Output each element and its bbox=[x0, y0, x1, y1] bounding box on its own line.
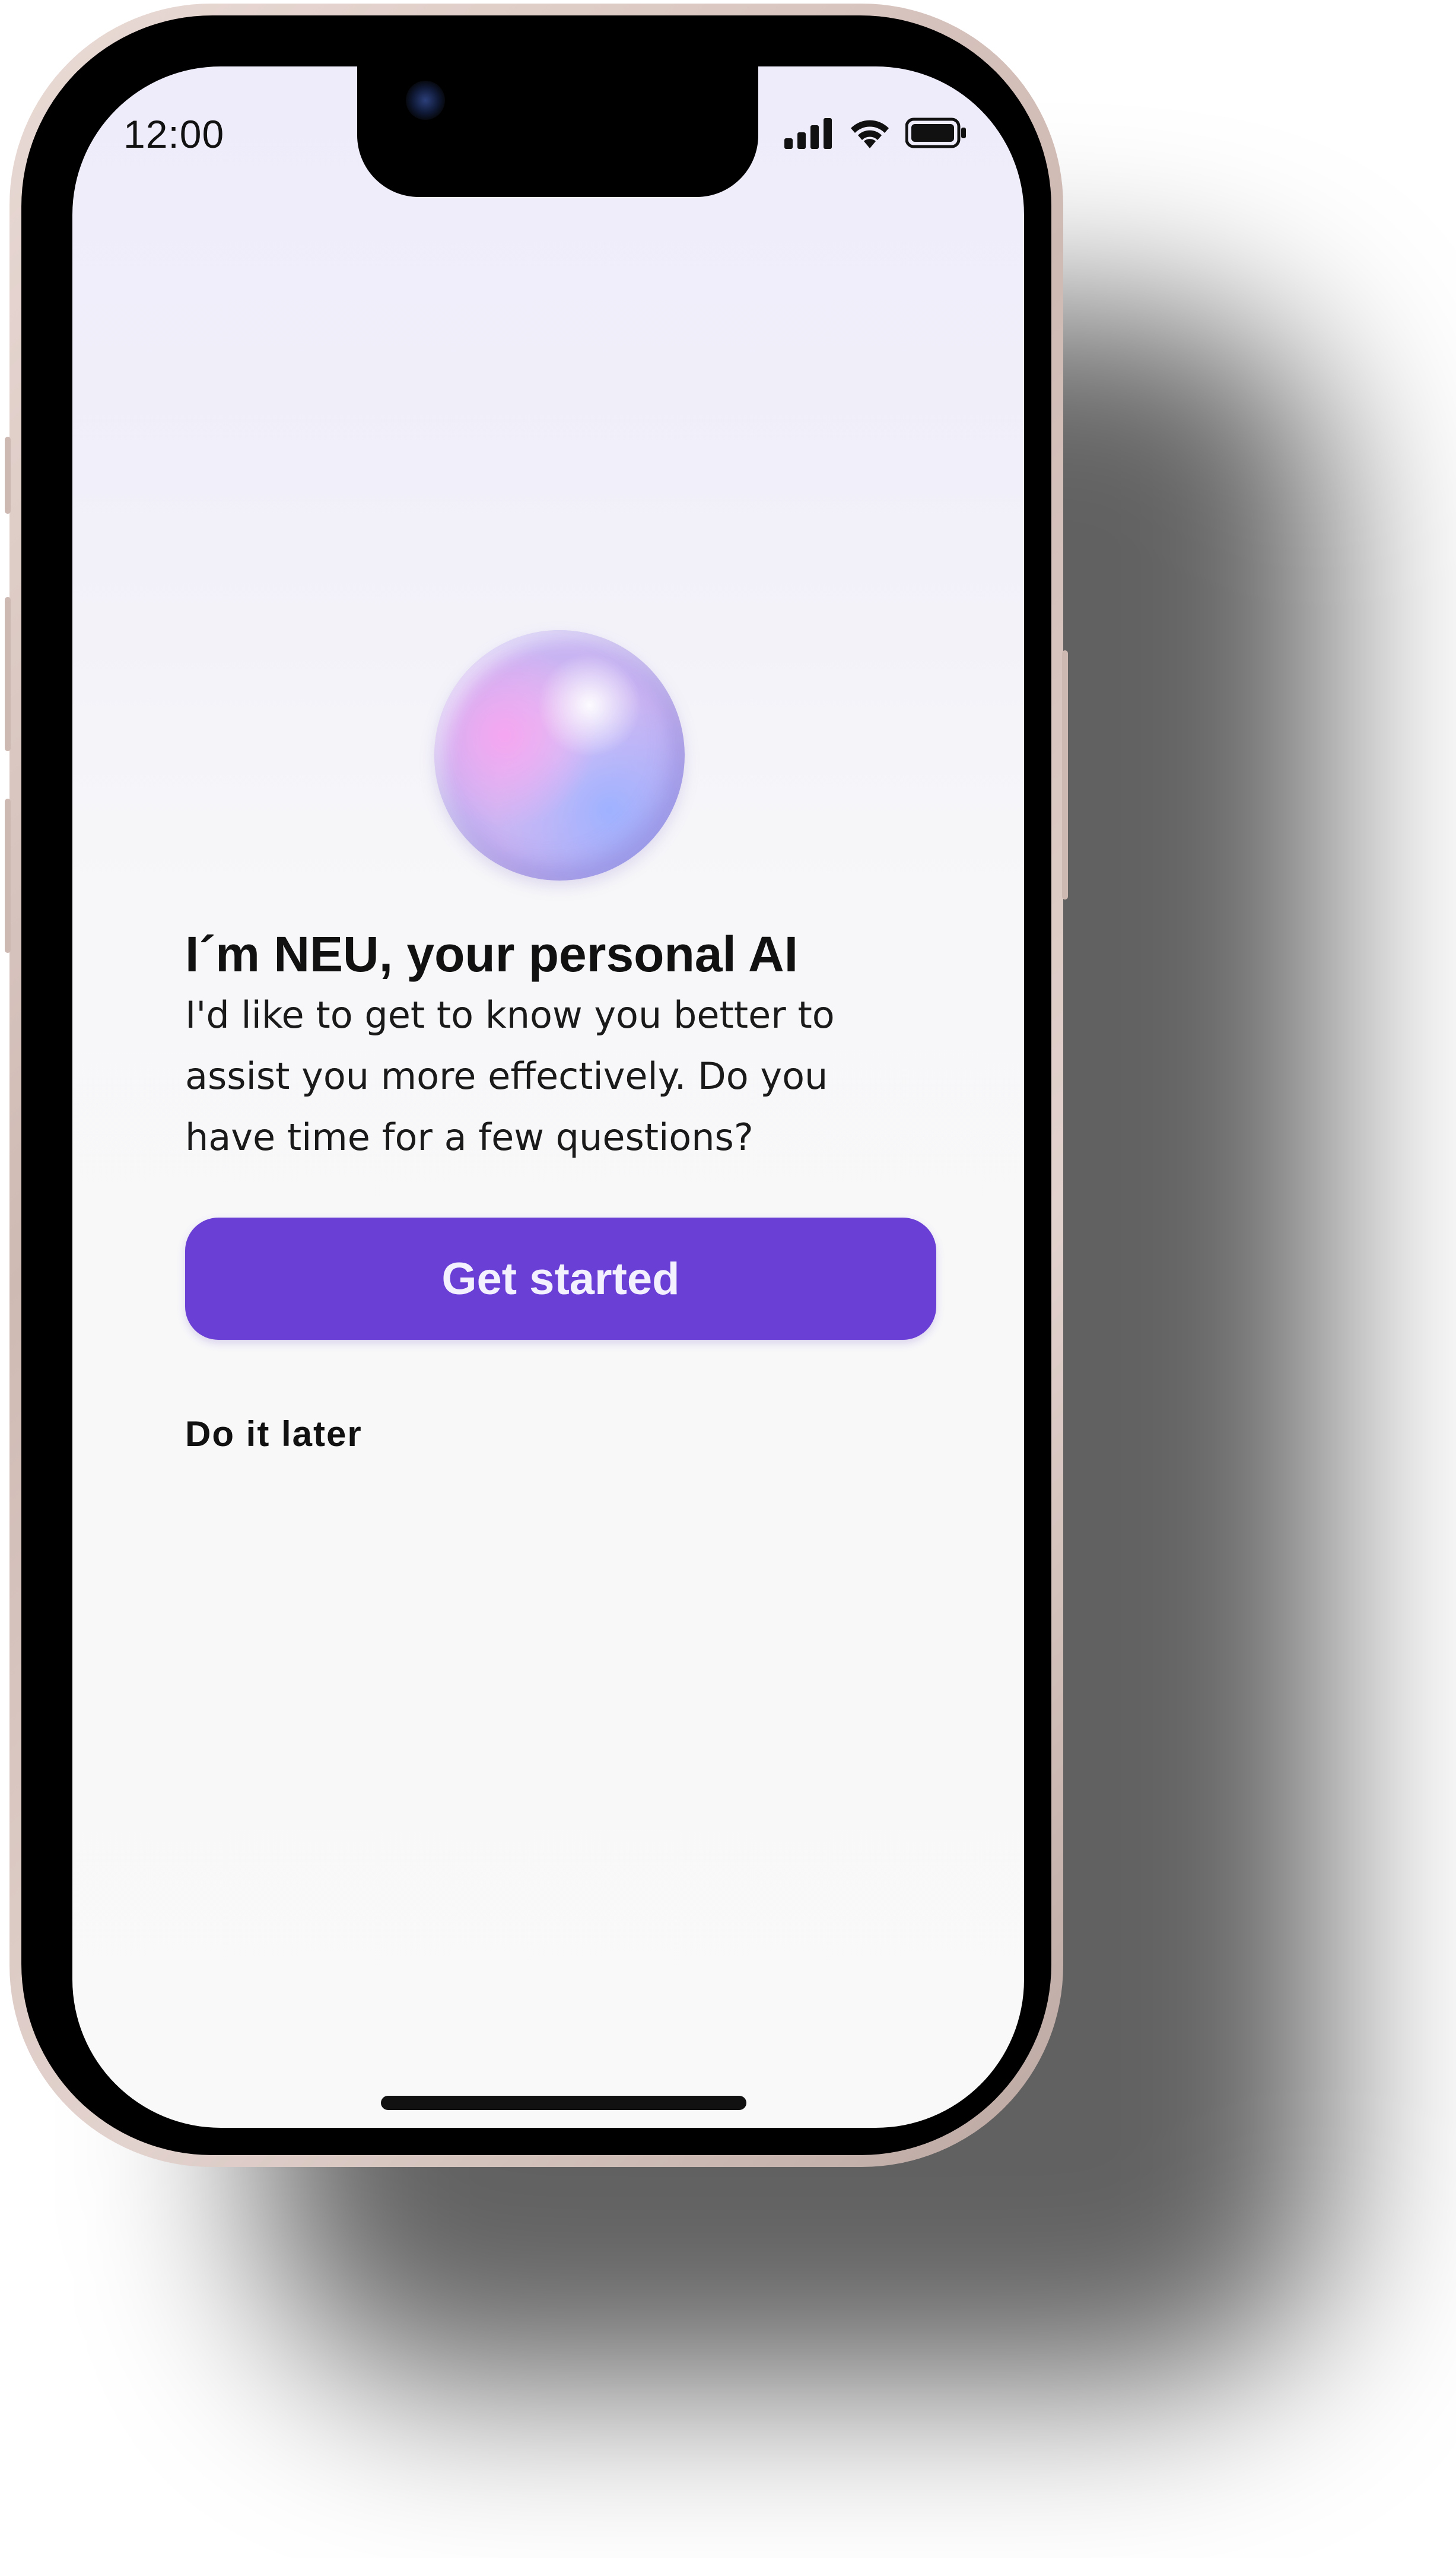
phone-frame: 12:00 I´m NEU, your personal AI I'd like… bbox=[5, 4, 1068, 2167]
mute-switch bbox=[5, 437, 11, 514]
power-button bbox=[1062, 650, 1068, 900]
notch bbox=[357, 66, 758, 197]
ai-orb-avatar bbox=[434, 630, 685, 881]
front-camera-icon bbox=[406, 81, 445, 120]
phone-bezel: 12:00 I´m NEU, your personal AI I'd like… bbox=[21, 15, 1051, 2155]
status-time: 12:00 bbox=[123, 112, 225, 156]
volume-up-button bbox=[5, 597, 11, 751]
onboarding-title: I´m NEU, your personal AI bbox=[185, 926, 799, 982]
volume-down-button bbox=[5, 799, 11, 953]
get-started-button[interactable]: Get started bbox=[185, 1218, 936, 1340]
battery-full-icon bbox=[905, 117, 966, 148]
mockup-stage: 12:00 I´m NEU, your personal AI I'd like… bbox=[0, 0, 1456, 2558]
wifi-icon bbox=[851, 120, 889, 148]
cellular-signal-icon bbox=[784, 118, 832, 149]
do-it-later-link[interactable]: Do it later bbox=[185, 1413, 363, 1454]
status-icons bbox=[784, 116, 967, 150]
home-indicator[interactable] bbox=[381, 2096, 746, 2110]
app-screen: 12:00 I´m NEU, your personal AI I'd like… bbox=[72, 66, 1024, 2128]
onboarding-message: I'd like to get to know you better to as… bbox=[185, 993, 835, 1159]
